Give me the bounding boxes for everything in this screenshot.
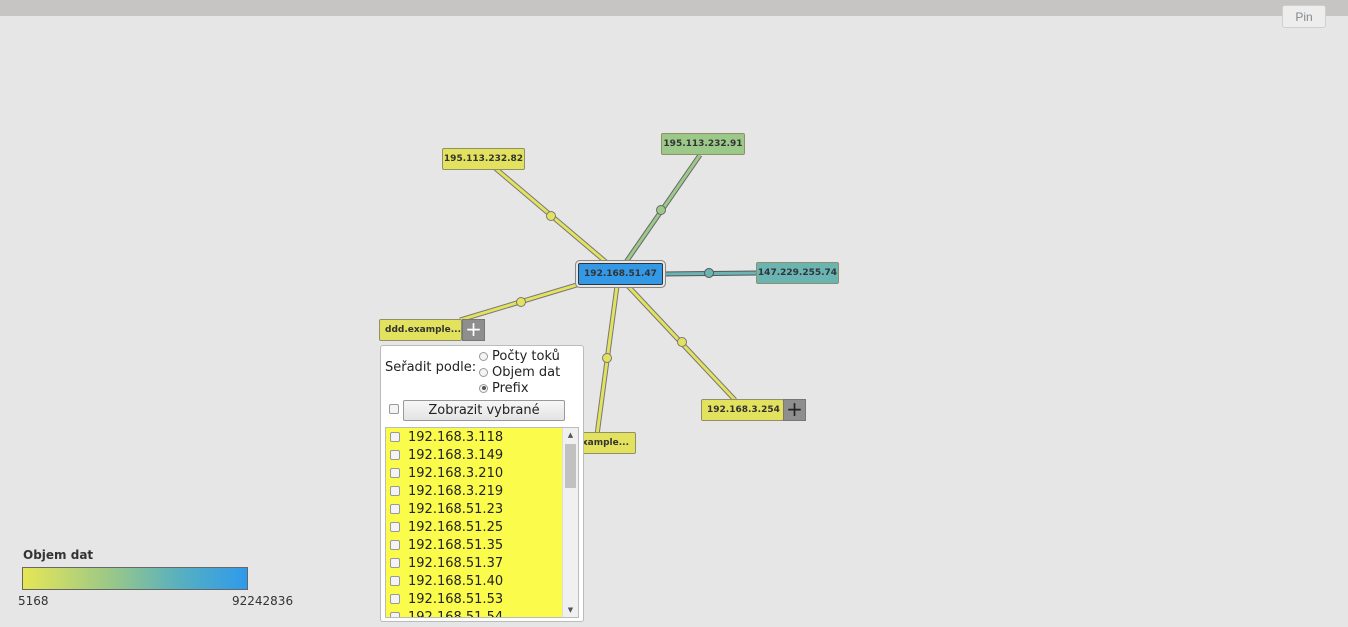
legend-title: Objem dat (23, 548, 94, 562)
edge-192-168-3-254 (626, 284, 737, 402)
node-ddd-example[interactable]: ddd.example... (379, 319, 462, 341)
edge-147-229-255-74 (661, 268, 759, 278)
list-item-label: 192.168.51.25 (408, 519, 504, 535)
list-item-checkbox[interactable] (390, 486, 400, 496)
expand-node-button[interactable]: + (462, 319, 485, 341)
edge-195-113-232-91 (623, 153, 703, 264)
radio-button[interactable] (479, 367, 488, 377)
sort-option-label: Objem dat (492, 364, 561, 380)
list-item[interactable]: 192.168.3.118 (386, 428, 564, 446)
graph-edges (459, 153, 759, 436)
list-item[interactable]: 192.168.3.210 (386, 464, 564, 482)
list-item[interactable]: 192.168.51.25 (386, 518, 564, 536)
edge-midpoint[interactable] (656, 205, 666, 215)
list-item[interactable]: 192.168.51.53 (386, 590, 564, 608)
list-item-checkbox[interactable] (390, 468, 400, 478)
sort-option-prefix[interactable]: Prefix (479, 380, 529, 396)
edge-195-113-232-82 (493, 166, 608, 264)
list-item-checkbox[interactable] (390, 540, 400, 550)
scroll-down-arrow-icon[interactable]: ▼ (563, 603, 578, 617)
sort-option-flows[interactable]: Počty toků (479, 348, 560, 364)
list-item-checkbox[interactable] (390, 432, 400, 442)
sort-option-label: Prefix (492, 380, 529, 396)
node-192-168-3-254[interactable]: 192.168.3.254 (701, 399, 784, 421)
edge-midpoint[interactable] (546, 211, 556, 221)
sort-option-label: Počty toků (492, 348, 560, 364)
select-all-checkbox[interactable] (389, 404, 399, 414)
list-item-label: 192.168.3.118 (408, 429, 504, 445)
sort-option-data-volume[interactable]: Objem dat (479, 364, 560, 380)
legend-max-value: 92242836 (232, 594, 294, 608)
radio-button[interactable] (479, 351, 488, 361)
sort-label: Seřadit podle: (385, 360, 477, 375)
list-item[interactable]: 192.168.51.23 (386, 500, 564, 518)
list-item-label: 192.168.51.23 (408, 501, 504, 517)
edge-midpoint[interactable] (516, 297, 526, 307)
node-list[interactable]: 192.168.3.118 192.168.3.149 192.168.3.210 1… (385, 427, 579, 618)
list-item-checkbox[interactable] (390, 594, 400, 604)
edge-midpoint[interactable] (602, 353, 612, 363)
center-node[interactable]: 192.168.51.47 (578, 263, 663, 285)
list-item-label: 192.168.51.53 (408, 591, 504, 607)
edge-ddd-example (459, 281, 581, 323)
scroll-thumb[interactable] (565, 444, 576, 488)
list-item[interactable]: 192.168.3.219 (386, 482, 564, 500)
node-example[interactable]: example... (578, 432, 636, 454)
list-item-label: 192.168.3.219 (408, 483, 504, 499)
edge-midpoint[interactable] (704, 268, 714, 278)
list-item-checkbox[interactable] (390, 558, 400, 568)
list-item-label: 192.168.3.149 (408, 447, 504, 463)
legend-min-value: 5168 (18, 594, 49, 608)
list-scrollbar[interactable]: ▲ ▼ (562, 428, 578, 617)
expand-node-button[interactable]: + (783, 399, 806, 421)
list-item-label: 192.168.51.54 (408, 609, 504, 618)
list-item-label: 192.168.51.35 (408, 537, 504, 553)
node-list-items: 192.168.3.118 192.168.3.149 192.168.3.210 1… (386, 428, 564, 618)
list-item[interactable]: 192.168.51.40 (386, 572, 564, 590)
list-item-checkbox[interactable] (390, 576, 400, 586)
show-selected-button[interactable]: Zobrazit vybrané (403, 400, 565, 421)
list-item-checkbox[interactable] (390, 504, 400, 514)
legend-color-scale (22, 567, 248, 590)
list-item-checkbox[interactable] (390, 522, 400, 532)
list-item[interactable]: 192.168.51.37 (386, 554, 564, 572)
list-item[interactable]: 192.168.51.35 (386, 536, 564, 554)
list-item-checkbox[interactable] (390, 450, 400, 460)
list-item-label: 192.168.51.40 (408, 573, 504, 589)
list-item-label: 192.168.3.210 (408, 465, 504, 481)
edge-midpoint[interactable] (677, 337, 687, 347)
radio-button-checked[interactable] (479, 383, 488, 393)
edge-example (594, 285, 620, 436)
list-item[interactable]: 192.168.3.149 (386, 446, 564, 464)
list-item-checkbox[interactable] (390, 612, 400, 617)
list-item[interactable]: 192.168.51.54 (386, 608, 564, 618)
list-item-label: 192.168.51.37 (408, 555, 504, 571)
node-147-229-255-74[interactable]: 147.229.255.74 (756, 262, 839, 284)
node-195-113-232-91[interactable]: 195.113.232.91 (661, 133, 745, 155)
node-list-panel: Seřadit podle: Počty toků Objem dat Pref… (380, 345, 584, 622)
scroll-up-arrow-icon[interactable]: ▲ (563, 428, 578, 442)
node-195-113-232-82[interactable]: 195.113.232.82 (442, 148, 525, 170)
